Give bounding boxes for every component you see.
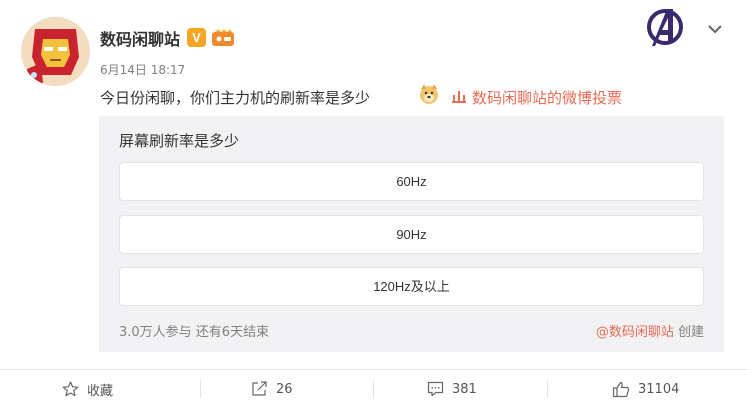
action-separator bbox=[200, 380, 201, 398]
doge-emoji-icon bbox=[420, 84, 438, 104]
like-button[interactable]: 31104 bbox=[612, 371, 679, 407]
action-bar-divider bbox=[0, 369, 747, 370]
poll-creator-suffix: 创建 bbox=[677, 325, 704, 340]
star-icon bbox=[62, 381, 79, 397]
chevron-down-icon[interactable] bbox=[706, 22, 724, 36]
poll-source-link[interactable]: 数码闲聊站的微博投票 bbox=[452, 87, 622, 108]
poll-option-90hz[interactable]: 90Hz bbox=[119, 215, 704, 254]
favorite-label: 收藏 bbox=[87, 383, 114, 399]
poll-option-60hz[interactable]: 60Hz bbox=[119, 162, 704, 201]
favorite-button[interactable]: 收藏 bbox=[62, 371, 113, 407]
comment-count: 381 bbox=[452, 381, 477, 397]
comment-button[interactable]: 381 bbox=[427, 371, 477, 407]
poll-creator-link[interactable]: @数码闲聊站 bbox=[596, 325, 674, 340]
poll-title: 屏幕刷新率是多少 bbox=[119, 132, 240, 150]
poll-card: 屏幕刷新率是多少 60Hz 90Hz 120Hz及以上 3.0万人参与 还有6天… bbox=[99, 116, 724, 352]
verified-badge-icon: V bbox=[187, 28, 206, 47]
like-count: 31104 bbox=[638, 381, 680, 397]
share-button[interactable]: 26 bbox=[251, 371, 293, 407]
username[interactable]: 数码闲聊站 bbox=[100, 26, 180, 50]
poll-source-label: 数码闲聊站的微博投票 bbox=[472, 89, 623, 107]
post-timestamp[interactable]: 6月14日 18:17 bbox=[100, 61, 185, 78]
avengers-logo-icon[interactable] bbox=[643, 5, 687, 49]
post-text: 今日份闲聊，你们主力机的刷新率是多少 bbox=[100, 89, 371, 107]
avatar[interactable] bbox=[21, 17, 90, 86]
share-count: 26 bbox=[276, 381, 293, 397]
action-separator bbox=[547, 380, 548, 398]
post-date: 6月14日 bbox=[100, 63, 147, 77]
iron-man-avatar-icon bbox=[21, 17, 90, 86]
comment-icon bbox=[427, 381, 444, 397]
thumbs-up-icon bbox=[612, 381, 630, 397]
member-level-icon[interactable] bbox=[211, 29, 235, 47]
poll-option-120hz[interactable]: 120Hz及以上 bbox=[119, 267, 704, 306]
action-separator bbox=[373, 380, 374, 398]
share-icon bbox=[252, 381, 267, 396]
poll-source-icon bbox=[452, 89, 466, 107]
poll-creator: @数码闲聊站 创建 bbox=[596, 321, 704, 340]
post-time: 18:17 bbox=[150, 63, 186, 77]
poll-stats: 3.0万人参与 还有6天结束 bbox=[119, 325, 270, 340]
